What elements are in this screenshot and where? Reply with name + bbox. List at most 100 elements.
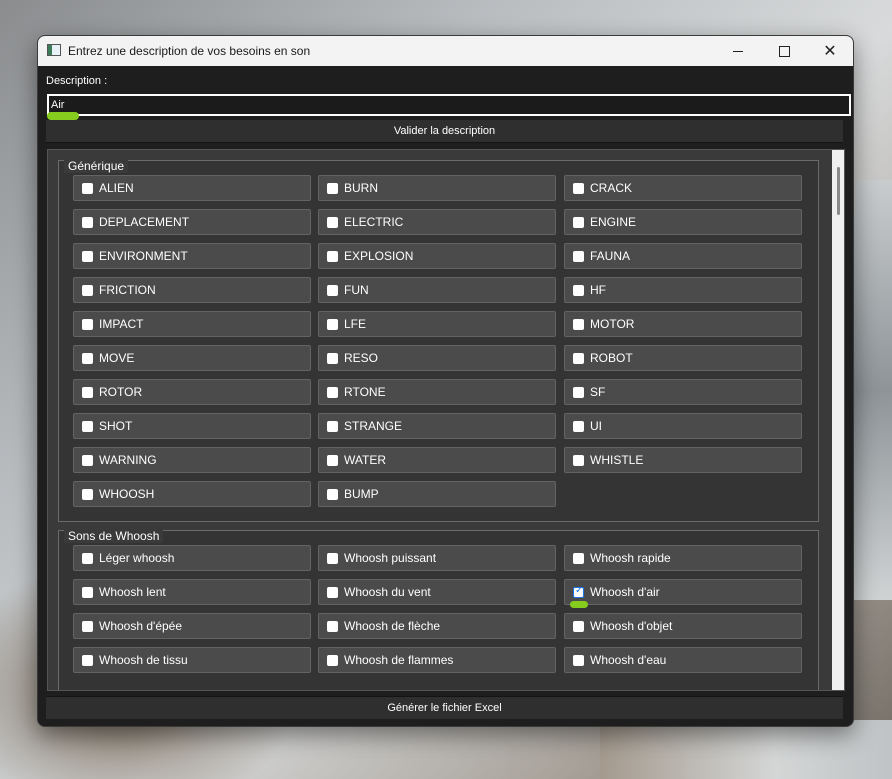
checkbox-generic-item[interactable]: FAUNA <box>564 243 802 269</box>
checkbox-unchecked[interactable] <box>82 285 93 296</box>
checkbox-whoosh-item[interactable]: Whoosh lent <box>73 579 311 605</box>
checkbox-whoosh-item[interactable]: Whoosh de flammes <box>318 647 556 673</box>
checkbox-unchecked[interactable] <box>82 587 93 598</box>
generate-excel-button[interactable]: Générer le fichier Excel <box>46 696 843 719</box>
title-bar[interactable]: Entrez une description de vos besoins en… <box>38 36 853 66</box>
checkbox-unchecked[interactable] <box>573 319 584 330</box>
checkbox-unchecked[interactable] <box>573 421 584 432</box>
checkbox-whoosh-item[interactable]: ✓ Whoosh d'air <box>564 579 802 608</box>
checkbox-whoosh-item[interactable]: Whoosh d'épée <box>73 613 311 639</box>
checkbox-unchecked[interactable] <box>327 319 338 330</box>
checkbox-generic-item[interactable]: MOTOR <box>564 311 802 337</box>
checkbox-generic-item[interactable]: HF <box>564 277 802 303</box>
checkbox-unchecked[interactable] <box>573 217 584 228</box>
checkbox-unchecked[interactable] <box>327 489 338 500</box>
checkbox-unchecked[interactable] <box>82 489 93 500</box>
checkbox-unchecked[interactable] <box>327 353 338 364</box>
checkbox-unchecked[interactable] <box>327 421 338 432</box>
checkbox-generic-item[interactable]: STRANGE <box>318 413 556 439</box>
checkbox-generic-item[interactable]: UI <box>564 413 802 439</box>
checkbox-unchecked[interactable] <box>327 455 338 466</box>
close-button[interactable]: ✕ <box>807 36 853 66</box>
checkbox-unchecked[interactable] <box>573 387 584 398</box>
checkbox-generic-item[interactable]: SF <box>564 379 802 405</box>
checkbox-generic-item[interactable]: ALIEN <box>73 175 311 201</box>
checkbox-generic-item[interactable]: CRACK <box>564 175 802 201</box>
scrollbar-thumb[interactable] <box>837 167 840 215</box>
checkbox-unchecked[interactable] <box>327 621 338 632</box>
checkbox-whoosh-item[interactable]: Whoosh de flèche <box>318 613 556 639</box>
checkbox-generic-item[interactable]: ELECTRIC <box>318 209 556 235</box>
checkbox-generic-item[interactable]: BUMP <box>318 481 556 507</box>
checkbox-unchecked[interactable] <box>82 455 93 466</box>
checkbox-unchecked[interactable] <box>82 217 93 228</box>
checkbox-generic-item[interactable]: EXPLOSION <box>318 243 556 269</box>
checkbox-generic-item[interactable]: BURN <box>318 175 556 201</box>
generic-group-title: Générique <box>64 159 129 173</box>
checkbox-unchecked[interactable] <box>82 319 93 330</box>
description-input[interactable]: Air <box>47 94 851 116</box>
checkbox-unchecked[interactable] <box>327 285 338 296</box>
checkbox-unchecked[interactable] <box>573 353 584 364</box>
minimize-button[interactable] <box>715 36 761 66</box>
checkbox-generic-item[interactable]: ENGINE <box>564 209 802 235</box>
checkbox-unchecked[interactable] <box>573 285 584 296</box>
checkbox-label: SHOT <box>99 419 133 433</box>
checkbox-unchecked[interactable] <box>327 183 338 194</box>
checkbox-generic-item[interactable]: WHISTLE <box>564 447 802 473</box>
checkbox-generic-item[interactable]: FRICTION <box>73 277 311 303</box>
checkbox-whoosh-item[interactable]: Whoosh rapide <box>564 545 802 571</box>
checkbox-unchecked[interactable] <box>82 353 93 364</box>
checkbox-generic-item[interactable]: WHOOSH <box>73 481 311 507</box>
checkbox-generic-item[interactable]: ROTOR <box>73 379 311 405</box>
checkbox-label: ROTOR <box>99 385 143 399</box>
checkbox-unchecked[interactable] <box>327 217 338 228</box>
checkbox-label: RTONE <box>344 385 386 399</box>
checkbox-unchecked[interactable] <box>573 621 584 632</box>
checkbox-whoosh-item[interactable]: Whoosh d'eau <box>564 647 802 673</box>
checkbox-unchecked[interactable] <box>82 421 93 432</box>
checkbox-unchecked[interactable] <box>573 553 584 564</box>
checkbox-generic-item[interactable]: MOVE <box>73 345 311 371</box>
checkbox-generic-item[interactable]: WATER <box>318 447 556 473</box>
vertical-scrollbar[interactable] <box>832 150 844 690</box>
checkbox-generic-item[interactable]: ENVIRONMENT <box>73 243 311 269</box>
checkbox-generic-item[interactable]: RTONE <box>318 379 556 405</box>
description-label: Description : <box>46 75 108 87</box>
checkbox-unchecked[interactable] <box>327 553 338 564</box>
checkbox-generic-item[interactable]: IMPACT <box>73 311 311 337</box>
checkbox-whoosh-item[interactable]: Whoosh de tissu <box>73 647 311 673</box>
checkbox-whoosh-item[interactable]: Whoosh du vent <box>318 579 556 605</box>
checkbox-unchecked[interactable] <box>573 183 584 194</box>
checkbox-unchecked[interactable] <box>327 655 338 666</box>
checkbox-unchecked[interactable] <box>327 251 338 262</box>
checkbox-generic-item[interactable]: RESO <box>318 345 556 371</box>
checkbox-unchecked[interactable] <box>573 251 584 262</box>
checkbox-unchecked[interactable] <box>327 387 338 398</box>
checkbox-generic-item[interactable]: ROBOT <box>564 345 802 371</box>
checkbox-checked[interactable]: ✓ <box>573 585 584 598</box>
checkbox-whoosh-item[interactable]: Léger whoosh <box>73 545 311 571</box>
checkbox-generic-item[interactable]: LFE <box>318 311 556 337</box>
checkbox-label: MOTOR <box>590 317 635 331</box>
categories-scroll-area[interactable]: Générique ALIEN BURN CRACK DEPLACEMENT ELECT… <box>47 149 845 691</box>
checkbox-unchecked[interactable] <box>82 183 93 194</box>
checkbox-label: Whoosh puissant <box>344 551 437 565</box>
checkbox-unchecked[interactable] <box>82 387 93 398</box>
checkbox-unchecked[interactable] <box>573 455 584 466</box>
maximize-button[interactable] <box>761 36 807 66</box>
checkbox-generic-item[interactable]: SHOT <box>73 413 311 439</box>
checkbox-generic-item[interactable]: FUN <box>318 277 556 303</box>
checkbox-unchecked[interactable] <box>82 655 93 666</box>
checkbox-unchecked[interactable] <box>82 251 93 262</box>
checkbox-unchecked[interactable] <box>573 655 584 666</box>
checkbox-unchecked[interactable] <box>327 587 338 598</box>
checkbox-whoosh-item[interactable]: Whoosh d'objet <box>564 613 802 639</box>
checkbox-generic-item[interactable]: DEPLACEMENT <box>73 209 311 235</box>
checkbox-unchecked[interactable] <box>82 621 93 632</box>
minimize-icon <box>733 50 743 52</box>
validate-description-button[interactable]: Valider la description <box>46 120 843 143</box>
checkbox-whoosh-item[interactable]: Whoosh puissant <box>318 545 556 571</box>
checkbox-unchecked[interactable] <box>82 553 93 564</box>
checkbox-generic-item[interactable]: WARNING <box>73 447 311 473</box>
